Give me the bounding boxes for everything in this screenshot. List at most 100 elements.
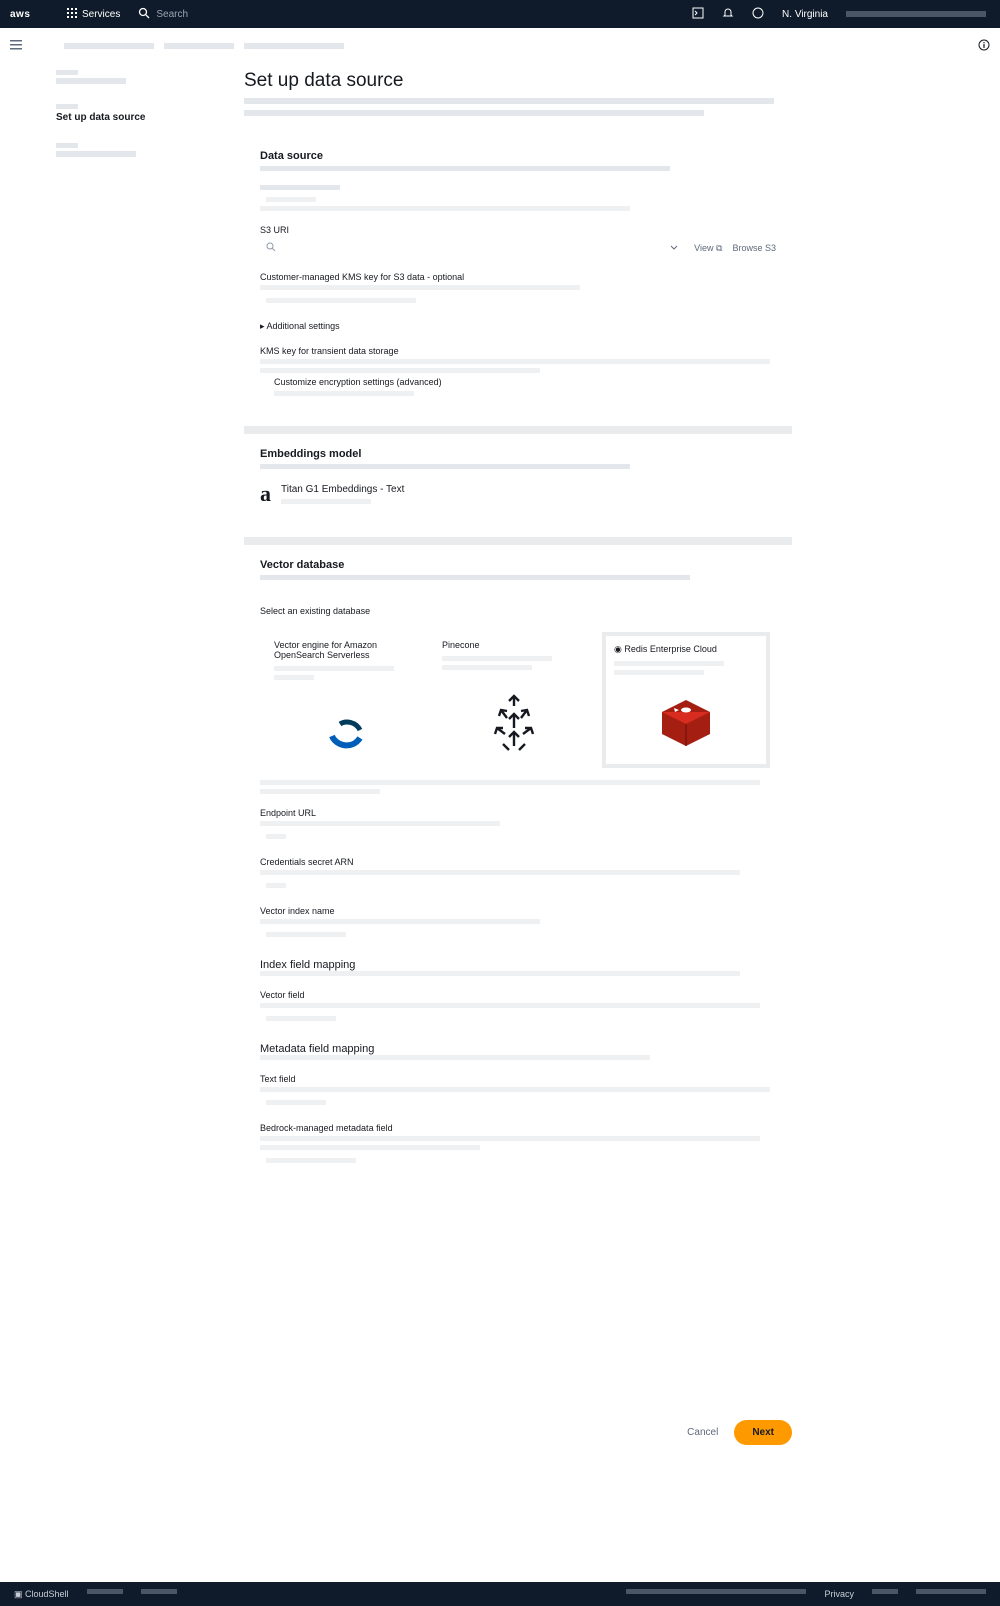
wizard-steps: Set up data source	[56, 70, 226, 177]
page-title: Set up data source	[244, 70, 404, 91]
kms-field: Customer-managed KMS key for S3 data - o…	[260, 272, 776, 307]
step-label	[56, 151, 136, 157]
metadata-field-input[interactable]	[260, 1154, 776, 1167]
kms-custom-hint	[274, 391, 414, 396]
embeddings-panel: Embeddings model a Titan G1 Embeddings -…	[244, 426, 792, 523]
select-database-label: Select an existing database	[260, 606, 371, 616]
opensearch-tile[interactable]: Vector engine for Amazon OpenSearch Serv…	[266, 632, 426, 768]
vector-field-input[interactable]	[260, 1012, 776, 1025]
data-source-heading: Data source	[260, 150, 323, 162]
index-field-mapping-heading: Index field mapping	[260, 959, 356, 971]
embeddings-heading: Embeddings model	[260, 448, 362, 460]
pinecone-tile[interactable]: Pinecone	[434, 632, 594, 768]
cloudshell-button[interactable]: ▣ CloudShell	[14, 1589, 69, 1600]
field-label	[260, 185, 340, 190]
account-menu[interactable]	[846, 11, 986, 17]
kms-transient-description	[260, 359, 776, 373]
footer-link-placeholder[interactable]	[140, 1588, 177, 1594]
embeddings-model-card[interactable]: a Titan G1 Embeddings - Text	[260, 481, 776, 507]
metadata-field-description	[260, 1136, 776, 1150]
wizard-step-3[interactable]	[56, 143, 226, 157]
vector-database-heading: Vector database	[260, 559, 345, 571]
vector-index-description	[260, 919, 776, 924]
field-hint	[260, 206, 776, 211]
services-label: Services	[82, 8, 121, 20]
copyright-text	[626, 1589, 807, 1594]
bell-icon[interactable]	[722, 7, 734, 22]
data-source-panel: Data source S3 URI View ⧉ Browse S3 Cust…	[244, 136, 792, 412]
kms-label: Customer-managed KMS key for S3 data - o…	[260, 272, 465, 282]
step-number	[56, 70, 78, 75]
kms-transient-label: KMS key for transient data storage	[260, 346, 399, 356]
credentials-input[interactable]	[260, 879, 776, 892]
vector-db-options: Vector engine for Amazon OpenSearch Serv…	[260, 626, 776, 774]
help-icon[interactable]	[752, 7, 764, 22]
endpoint-url-description	[260, 821, 776, 826]
s3-uri-label: S3 URI	[260, 225, 290, 235]
vector-field-field: Vector field	[260, 990, 776, 1025]
wizard-step-1[interactable]	[56, 70, 226, 84]
additional-settings-expander[interactable]: ▸ Additional settings	[260, 321, 776, 332]
tile-name: Pinecone	[442, 640, 480, 650]
vector-database-description	[260, 575, 776, 580]
kms-input[interactable]	[260, 294, 776, 307]
info-icon[interactable]	[978, 39, 990, 54]
kms-description	[260, 285, 776, 290]
metadata-field-field: Bedrock-managed metadata field	[260, 1123, 776, 1167]
privacy-link[interactable]: Privacy	[824, 1589, 854, 1599]
endpoint-url-input[interactable]	[260, 830, 776, 843]
cloudshell-icon: ▣	[14, 1588, 23, 1599]
page-description	[244, 98, 792, 116]
vector-index-input[interactable]	[260, 928, 776, 941]
step-number	[56, 143, 78, 148]
region-selector[interactable]: N. Virginia	[782, 9, 828, 20]
wizard-actions: Cancel Next	[244, 1420, 792, 1445]
chevron-down-icon	[670, 243, 678, 253]
step-label	[56, 78, 126, 84]
footer-link-placeholder[interactable]	[86, 1588, 123, 1594]
data-source-name-input[interactable]	[260, 193, 776, 206]
s3-uri-input[interactable]	[260, 238, 684, 258]
breadcrumb-placeholder[interactable]	[164, 43, 234, 49]
aws-logo[interactable]: aws	[10, 9, 46, 20]
wizard-step-2[interactable]: Set up data source	[56, 104, 226, 123]
redis-logo-icon	[656, 694, 716, 752]
next-button[interactable]: Next	[734, 1420, 792, 1445]
caret-right-icon: ▸	[260, 321, 265, 331]
cloudshell-icon[interactable]	[692, 7, 704, 22]
opensearch-logo-icon	[326, 714, 366, 756]
services-menu[interactable]: Services	[66, 7, 120, 22]
step-number	[56, 104, 78, 109]
redis-tile[interactable]: ◉ Redis Enterprise Cloud	[602, 632, 770, 768]
hamburger-menu-icon[interactable]	[10, 39, 24, 53]
pinecone-logo-icon	[487, 692, 541, 756]
footer-link-placeholder[interactable]	[916, 1589, 986, 1594]
breadcrumb-placeholder	[244, 43, 344, 49]
tile-description	[274, 666, 418, 680]
metadata-field-label: Bedrock-managed metadata field	[260, 1123, 393, 1133]
footer-link-placeholder[interactable]	[872, 1589, 898, 1594]
text-field-input[interactable]	[260, 1096, 776, 1109]
credentials-label: Credentials secret ARN	[260, 857, 354, 867]
s3-uri-field: S3 URI View ⧉ Browse S3	[260, 225, 776, 258]
endpoint-url-field: Endpoint URL	[260, 808, 776, 843]
view-button[interactable]: View ⧉	[694, 243, 722, 254]
vector-db-note	[260, 780, 776, 794]
search-icon	[138, 7, 150, 22]
radio-selected-icon: ◉	[614, 644, 622, 654]
vector-database-panel: Vector database Select an existing datab…	[244, 537, 792, 1183]
main-content: Set up data source Data source S3 URI Vi…	[244, 70, 792, 1183]
tile-description	[442, 656, 586, 670]
model-provider	[281, 499, 404, 504]
kms-custom-checkbox[interactable]: Customize encryption settings (advanced)	[274, 377, 776, 387]
vector-field-label: Vector field	[260, 990, 305, 1000]
text-field-field: Text field	[260, 1074, 776, 1109]
amazon-logo-icon: a	[260, 481, 271, 506]
cancel-button[interactable]: Cancel	[687, 1427, 718, 1438]
index-field-mapping-description	[260, 971, 776, 976]
tile-name: ◉ Redis Enterprise Cloud	[614, 644, 717, 654]
breadcrumb-placeholder[interactable]	[64, 43, 154, 49]
grid-icon	[66, 7, 78, 22]
browse-s3-button[interactable]: Browse S3	[732, 243, 776, 253]
search-bar[interactable]: Search	[138, 7, 558, 22]
